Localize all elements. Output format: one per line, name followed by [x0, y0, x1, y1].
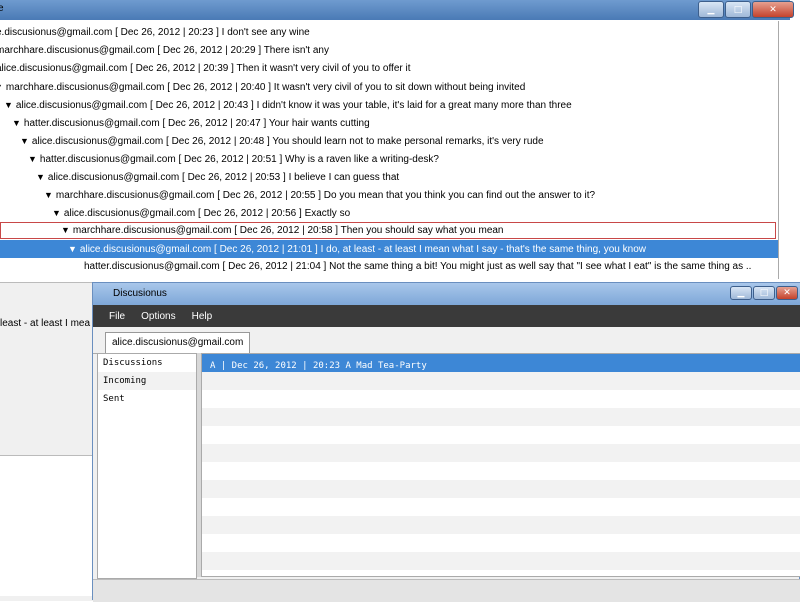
- menu-options[interactable]: Options: [141, 311, 175, 322]
- close-icon[interactable]: ✕: [752, 1, 794, 18]
- folder-list: Discussions Incoming Sent: [97, 353, 197, 579]
- thread-row[interactable]: ▼ alice.discusionus@gmail.com [ Dec 26, 2…: [36, 168, 399, 186]
- maximize-icon[interactable]: □: [753, 286, 775, 300]
- thread-row-text: alice.discusionus@gmail.com [ Dec 26, 20…: [31, 136, 544, 147]
- empty-row: [202, 552, 800, 570]
- thread-row-text: alice.discusionus@gmail.com [ Dec 26, 20…: [15, 100, 572, 111]
- reply-editor[interactable]: [0, 455, 92, 596]
- empty-row: [202, 462, 800, 480]
- empty-row: [202, 426, 800, 444]
- thread-row-text: marchhare.discusionus@gmail.com [ Dec 26…: [0, 45, 329, 56]
- thread-row[interactable]: ▼marchhare.discusionus@gmail.com [ Dec 2…: [0, 78, 525, 96]
- message-row-text: A | Dec 26, 2012 | 20:23 A Mad Tea-Party: [210, 361, 427, 371]
- close-icon[interactable]: ✕: [776, 286, 798, 300]
- thread-row-text: alice.discusionus@gmail.com [ Dec 26, 20…: [47, 172, 400, 183]
- folder-sent[interactable]: Sent: [98, 390, 196, 408]
- discusionus-window: Discusionus ▁ □ ✕ File Options Help alic…: [92, 282, 800, 602]
- thread-window-caption-buttons: ▁ □ ✕: [697, 1, 794, 18]
- thread-row[interactable]: ▼marchhare.discusionus@gmail.com [ Dec 2…: [0, 222, 776, 239]
- thread-row[interactable]: e.discusionus@gmail.com [ Dec 26, 2012 |…: [0, 24, 310, 42]
- discusionus-titlebar[interactable]: Discusionus ▁ □ ✕: [93, 283, 800, 305]
- expand-arrow-icon[interactable]: ▼: [52, 208, 61, 218]
- thread-row-text: marchhare.discusionus@gmail.com [ Dec 26…: [5, 82, 526, 93]
- empty-row: [202, 516, 800, 534]
- empty-row: [202, 444, 800, 462]
- menu-help[interactable]: Help: [192, 311, 213, 322]
- maximize-icon[interactable]: □: [725, 1, 751, 18]
- discusionus-title: Discusionus: [113, 288, 167, 299]
- empty-row: [202, 498, 800, 516]
- thread-row[interactable]: ▼ hatter.discusionus@gmail.com [ Dec 26, …: [12, 114, 370, 132]
- folder-incoming[interactable]: Incoming: [98, 372, 196, 390]
- empty-row: [202, 408, 800, 426]
- thread-row[interactable]: marchhare.discusionus@gmail.com [ Dec 26…: [0, 42, 329, 60]
- expand-arrow-icon[interactable]: ▼: [44, 190, 53, 200]
- thread-tree: e.discusionus@gmail.com [ Dec 26, 2012 |…: [0, 21, 779, 279]
- status-bar: [93, 579, 800, 602]
- thread-row-text: hatter.discusionus@gmail.com [ Dec 26, 2…: [39, 154, 439, 165]
- expand-arrow-icon[interactable]: ▼: [28, 154, 37, 164]
- expand-arrow-icon[interactable]: ▼: [20, 136, 29, 146]
- expand-arrow-icon[interactable]: ▼: [36, 172, 45, 182]
- menu-file[interactable]: File: [109, 311, 125, 322]
- thread-row[interactable]: ▼ hatter.discusionus@gmail.com [ Dec 26, …: [28, 150, 439, 168]
- thread-row-text: marchhare.discusionus@gmail.com [ Dec 26…: [72, 225, 504, 236]
- menu-bar: File Options Help: [93, 305, 800, 327]
- empty-row: [202, 372, 800, 390]
- thread-window-title: e: [0, 3, 4, 14]
- minimize-icon[interactable]: ▁: [730, 286, 752, 300]
- thread-row-text: hatter.discusionus@gmail.com [ Dec 26, 2…: [23, 118, 370, 129]
- thread-window-titlebar[interactable]: e ▁ □ ✕: [0, 0, 794, 20]
- account-tabstrip: alice.discusionus@gmail.com: [93, 327, 800, 354]
- folder-discussions[interactable]: Discussions: [98, 354, 196, 372]
- empty-row: [202, 534, 800, 552]
- thread-row[interactable]: alice.discusionus@gmail.com [ Dec 26, 20…: [0, 60, 411, 78]
- minimize-icon[interactable]: ▁: [698, 1, 724, 18]
- thread-row[interactable]: ▼ alice.discusionus@gmail.com [ Dec 26, 2…: [0, 240, 778, 258]
- message-preview-text: least - at least I mea: [0, 318, 91, 329]
- expand-arrow-icon[interactable]: ▼: [68, 244, 77, 254]
- expand-arrow-icon[interactable]: ▼: [4, 100, 13, 110]
- thread-row-text: alice.discusionus@gmail.com [ Dec 26, 20…: [0, 63, 411, 74]
- thread-row[interactable]: hatter.discusionus@gmail.com [ Dec 26, 2…: [84, 258, 751, 276]
- thread-row[interactable]: ▼marchhare.discusionus@gmail.com [ Dec 2…: [44, 186, 595, 204]
- expand-arrow-icon[interactable]: ▼: [0, 82, 3, 92]
- message-row[interactable]: A | Dec 26, 2012 | 20:23 A Mad Tea-Party: [202, 354, 800, 372]
- empty-row: [202, 390, 800, 408]
- tab-account[interactable]: alice.discusionus@gmail.com: [105, 332, 251, 353]
- empty-row: [202, 480, 800, 498]
- discusionus-caption-buttons: ▁ □ ✕: [729, 286, 798, 302]
- thread-row[interactable]: ▼ alice.discusionus@gmail.com [ Dec 26, 2…: [52, 204, 350, 222]
- expand-arrow-icon[interactable]: ▼: [12, 118, 21, 128]
- thread-row-text: marchhare.discusionus@gmail.com [ Dec 26…: [55, 190, 596, 201]
- thread-row[interactable]: ▼ alice.discusionus@gmail.com [ Dec 26, 2…: [20, 132, 544, 150]
- thread-row-text: alice.discusionus@gmail.com [ Dec 26, 20…: [79, 244, 646, 255]
- thread-row[interactable]: ▼ alice.discusionus@gmail.com [ Dec 26, 2…: [4, 96, 572, 114]
- message-list: A | Dec 26, 2012 | 20:23 A Mad Tea-Party: [201, 353, 800, 577]
- expand-arrow-icon[interactable]: ▼: [61, 225, 70, 235]
- thread-row-text: hatter.discusionus@gmail.com [ Dec 26, 2…: [84, 261, 752, 272]
- thread-row-text: e.discusionus@gmail.com [ Dec 26, 2012 |…: [0, 27, 310, 38]
- thread-row-text: alice.discusionus@gmail.com [ Dec 26, 20…: [63, 208, 351, 219]
